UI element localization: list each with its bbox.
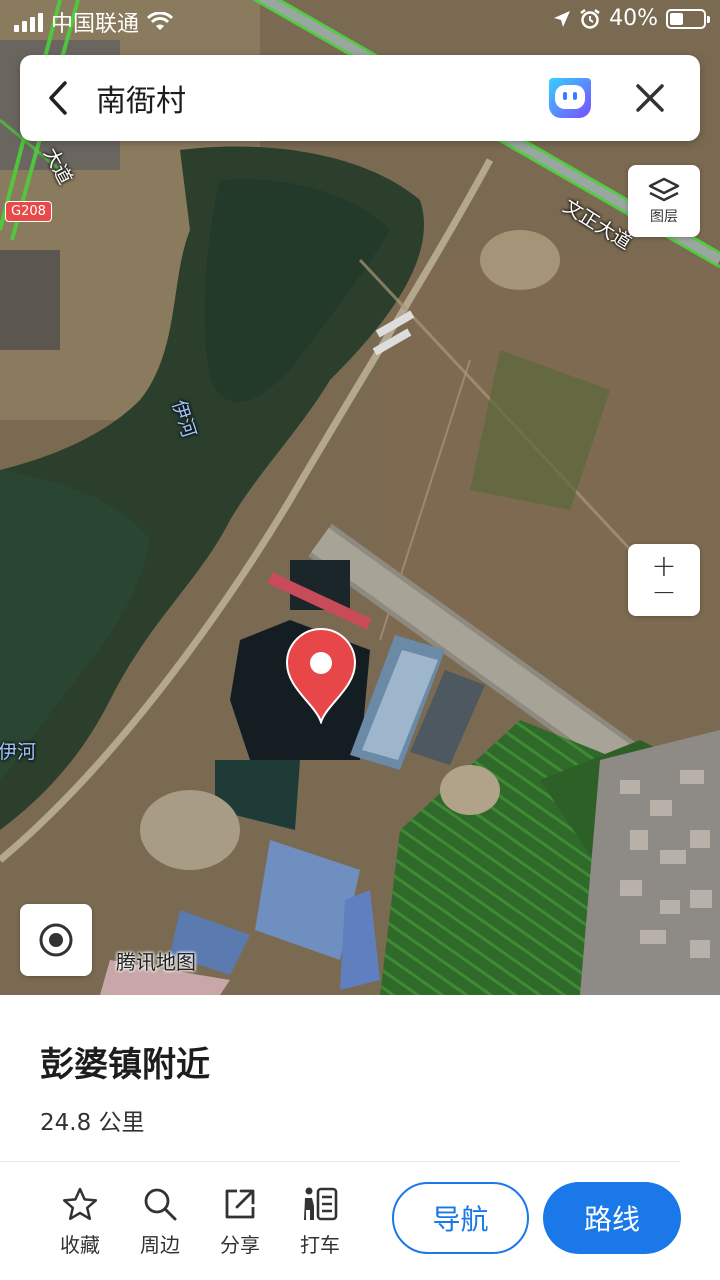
navigate-button[interactable]: 导航: [392, 1182, 529, 1254]
close-icon: [636, 84, 664, 112]
search-query[interactable]: 南衙村: [96, 76, 542, 120]
route-button[interactable]: 路线: [543, 1182, 681, 1254]
search-icon: [144, 1188, 177, 1221]
favorite-label: 收藏: [60, 1233, 100, 1257]
back-button[interactable]: [20, 55, 96, 141]
carrier-label: 中国联通: [51, 12, 140, 37]
wifi-icon: [147, 12, 174, 30]
location-arrow-icon: [554, 10, 571, 27]
status-bar: 中国联通 40%: [0, 0, 720, 40]
action-bar: 收藏 周边 分享 打车: [40, 1185, 360, 1258]
favorite-button[interactable]: 收藏: [40, 1185, 120, 1258]
assistant-button[interactable]: [542, 70, 598, 126]
map-watermark: 腾讯地图: [116, 950, 196, 974]
cellular-signal-icon: [14, 12, 43, 32]
assistant-bot-icon: [549, 78, 591, 118]
nearby-label: 周边: [140, 1233, 180, 1257]
place-info-sheet: 彭婆镇附近 24.8 公里 收藏 周边 分享 打车 导航 路线: [0, 995, 720, 1280]
share-button[interactable]: 分享: [200, 1185, 280, 1258]
close-button[interactable]: [622, 70, 678, 126]
nearby-button[interactable]: 周边: [120, 1185, 200, 1258]
battery-fill: [670, 12, 683, 25]
locate-icon: [39, 923, 73, 957]
location-pin-icon[interactable]: [283, 626, 359, 724]
zoom-control: + −: [628, 544, 700, 616]
share-label: 分享: [220, 1233, 260, 1257]
layers-label: 图层: [650, 208, 678, 225]
layers-button[interactable]: 图层: [628, 165, 700, 237]
chevron-left-icon: [49, 81, 67, 115]
share-icon: [225, 1189, 255, 1219]
zoom-out-button[interactable]: −: [651, 578, 676, 608]
satellite-imagery: [0, 0, 720, 995]
river-label-2: 伊河: [0, 741, 37, 763]
route-badge-g208: G208: [5, 201, 52, 222]
map-view[interactable]: 中国联通 40% 南衙村 文正大道 大道 G208 伊河 伊河 腾讯地图 图层 …: [0, 0, 720, 995]
search-bar: 南衙村: [20, 55, 700, 141]
locate-me-button[interactable]: [20, 904, 92, 976]
taxi-button[interactable]: 打车: [280, 1185, 360, 1258]
taxi-label: 打车: [300, 1233, 340, 1257]
battery-icon: [666, 8, 710, 29]
battery-percent: 40%: [609, 6, 658, 31]
divider: [0, 1161, 680, 1162]
alarm-icon: [580, 8, 600, 29]
taxi-icon: [304, 1187, 338, 1221]
star-icon: [62, 1187, 98, 1221]
place-title: 彭婆镇附近: [40, 1045, 210, 1085]
place-distance: 24.8 公里: [40, 1110, 145, 1136]
layers-icon: [648, 177, 680, 201]
